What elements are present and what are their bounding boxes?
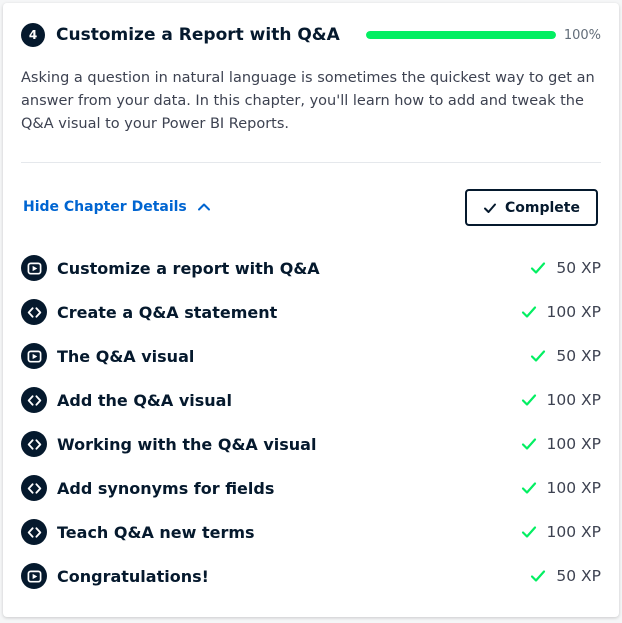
- video-icon: [21, 343, 47, 369]
- exercise-status: 50 XP: [530, 334, 601, 378]
- hide-chapter-details-toggle[interactable]: Hide Chapter Details: [23, 199, 211, 215]
- chapter-header: 4 Customize a Report with Q&A 100%: [21, 21, 601, 49]
- exercise-xp: 50 XP: [556, 347, 601, 365]
- exercise-title[interactable]: Working with the Q&A visual: [57, 435, 316, 454]
- exercise-item[interactable]: Working with the Q&A visual 100 XP: [21, 422, 601, 466]
- exercise-item[interactable]: Add synonyms for fields 100 XP: [21, 466, 601, 510]
- exercise-xp: 50 XP: [556, 567, 601, 585]
- completed-check-icon: [530, 568, 546, 584]
- code-icon: [21, 387, 47, 413]
- video-icon: [21, 255, 47, 281]
- completed-check-icon: [521, 392, 537, 408]
- exercise-xp: 100 XP: [546, 523, 601, 541]
- chapter-description: Asking a question in natural language is…: [21, 70, 595, 132]
- completed-check-icon: [521, 480, 537, 496]
- exercise-item[interactable]: Teach Q&A new terms 100 XP: [21, 510, 601, 554]
- progress-percent: 100%: [563, 27, 601, 43]
- exercise-title[interactable]: Add synonyms for fields: [57, 479, 274, 498]
- exercise-xp: 100 XP: [546, 303, 601, 321]
- chapter-card: 4 Customize a Report with Q&A 100% Askin…: [3, 3, 619, 617]
- progress-bar-fill: [366, 31, 556, 39]
- completed-check-icon: [530, 260, 546, 276]
- code-icon: [21, 519, 47, 545]
- check-icon: [484, 203, 496, 213]
- complete-button-label: Complete: [505, 199, 580, 216]
- completed-check-icon: [530, 348, 546, 364]
- code-icon: [21, 475, 47, 501]
- completed-check-icon: [521, 524, 537, 540]
- exercise-status: 100 XP: [521, 290, 601, 334]
- completed-check-icon: [521, 436, 537, 452]
- chapter-progress: 100%: [366, 21, 601, 49]
- complete-button[interactable]: Complete: [465, 189, 598, 226]
- exercise-status: 100 XP: [521, 378, 601, 422]
- exercise-title[interactable]: Create a Q&A statement: [57, 303, 277, 322]
- exercise-title[interactable]: Teach Q&A new terms: [57, 523, 255, 542]
- exercise-item[interactable]: Add the Q&A visual 100 XP: [21, 378, 601, 422]
- exercise-xp: 100 XP: [546, 435, 601, 453]
- exercise-item[interactable]: Customize a report with Q&A 50 XP: [21, 246, 601, 290]
- divider: [21, 162, 601, 163]
- progress-bar: [366, 31, 556, 39]
- toggle-label: Hide Chapter Details: [23, 199, 187, 215]
- code-icon: [21, 431, 47, 457]
- exercise-status: 50 XP: [530, 554, 601, 598]
- exercise-title[interactable]: The Q&A visual: [57, 347, 194, 366]
- exercise-status: 100 XP: [521, 510, 601, 554]
- exercise-xp: 100 XP: [546, 391, 601, 409]
- video-icon: [21, 563, 47, 589]
- exercise-title[interactable]: Congratulations!: [57, 567, 209, 586]
- exercise-item[interactable]: The Q&A visual 50 XP: [21, 334, 601, 378]
- exercise-title[interactable]: Customize a report with Q&A: [57, 259, 320, 278]
- exercise-item[interactable]: Congratulations! 50 XP: [21, 554, 601, 598]
- completed-check-icon: [521, 304, 537, 320]
- exercise-xp: 50 XP: [556, 259, 601, 277]
- code-icon: [21, 299, 47, 325]
- chapter-number-badge: 4: [21, 23, 45, 47]
- exercise-item[interactable]: Create a Q&A statement 100 XP: [21, 290, 601, 334]
- exercise-status: 50 XP: [530, 246, 601, 290]
- chevron-up-icon: [197, 203, 210, 211]
- exercise-title[interactable]: Add the Q&A visual: [57, 391, 232, 410]
- exercise-status: 100 XP: [521, 466, 601, 510]
- exercise-xp: 100 XP: [546, 479, 601, 497]
- exercise-list: Customize a report with Q&A 50 XP Create a…: [21, 246, 601, 598]
- exercise-status: 100 XP: [521, 422, 601, 466]
- chapter-title[interactable]: Customize a Report with Q&A: [56, 25, 340, 45]
